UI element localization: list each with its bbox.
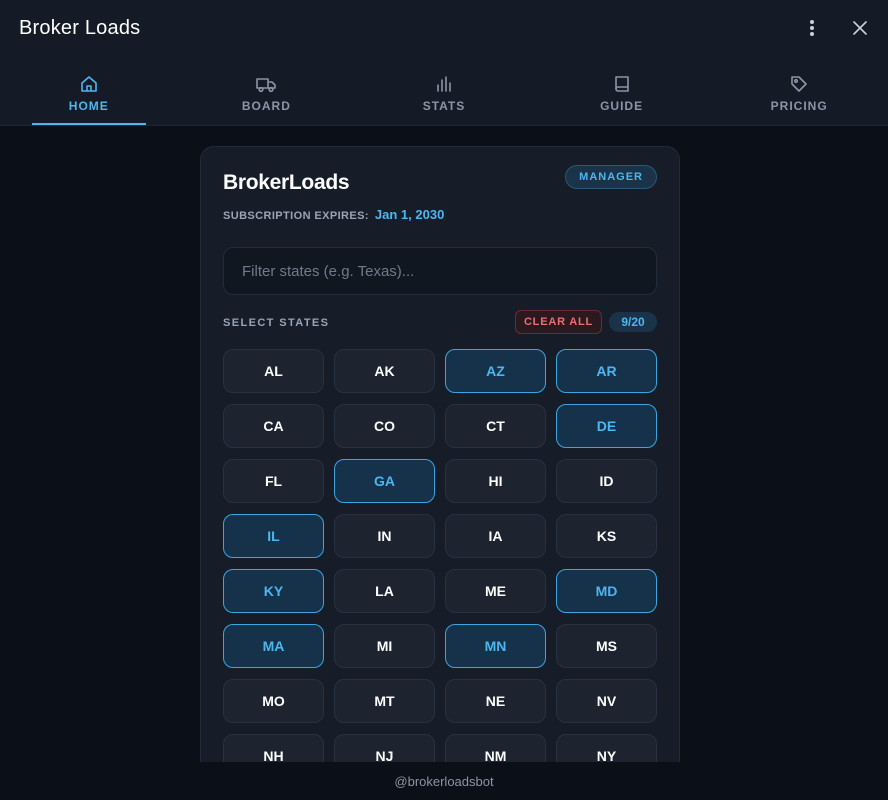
tab-home[interactable]: HOME xyxy=(0,56,178,125)
close-icon[interactable] xyxy=(846,14,874,42)
state-button-nv[interactable]: NV xyxy=(556,679,657,723)
state-filter-input[interactable] xyxy=(223,247,657,295)
state-button-ma[interactable]: MA xyxy=(223,624,324,668)
tab-stats[interactable]: STATS xyxy=(355,56,533,125)
state-button-ia[interactable]: IA xyxy=(445,514,546,558)
state-button-hi[interactable]: HI xyxy=(445,459,546,503)
state-button-mi[interactable]: MI xyxy=(334,624,435,668)
state-button-ky[interactable]: KY xyxy=(223,569,324,613)
state-button-al[interactable]: AL xyxy=(223,349,324,393)
state-button-ms[interactable]: MS xyxy=(556,624,657,668)
state-button-me[interactable]: ME xyxy=(445,569,546,613)
state-button-mt[interactable]: MT xyxy=(334,679,435,723)
state-button-ks[interactable]: KS xyxy=(556,514,657,558)
state-button-mn[interactable]: MN xyxy=(445,624,546,668)
state-button-de[interactable]: DE xyxy=(556,404,657,448)
state-button-md[interactable]: MD xyxy=(556,569,657,613)
state-button-fl[interactable]: FL xyxy=(223,459,324,503)
home-icon xyxy=(79,73,99,95)
title-bar: Broker Loads xyxy=(0,0,888,56)
tag-icon xyxy=(789,73,809,95)
bot-handle: @brokerloadsbot xyxy=(394,773,494,789)
tab-label: BOARD xyxy=(241,98,291,113)
tab-label: PRICING xyxy=(770,98,828,113)
tab-bar: HOME BOARD STATS GUIDE PRICING xyxy=(0,56,888,126)
more-vertical-icon[interactable] xyxy=(798,14,826,42)
book-icon xyxy=(612,73,632,95)
tab-label: GUIDE xyxy=(600,98,644,113)
tab-board[interactable]: BOARD xyxy=(178,56,356,125)
truck-icon xyxy=(255,73,277,95)
state-button-ak[interactable]: AK xyxy=(334,349,435,393)
window-actions xyxy=(798,14,874,42)
brand-name: BrokerLoads xyxy=(223,171,350,194)
role-badge: MANAGER xyxy=(565,165,657,189)
state-button-ca[interactable]: CA xyxy=(223,404,324,448)
state-button-ga[interactable]: GA xyxy=(334,459,435,503)
account-card: BrokerLoads MANAGER SUBSCRIPTION EXPIRES… xyxy=(200,146,680,786)
bar-chart-icon xyxy=(434,73,454,95)
tab-guide[interactable]: GUIDE xyxy=(533,56,711,125)
state-button-ct[interactable]: CT xyxy=(445,404,546,448)
tab-label: HOME xyxy=(68,98,109,113)
select-states-label: SELECT STATES xyxy=(223,317,330,329)
state-button-ar[interactable]: AR xyxy=(556,349,657,393)
selected-count-badge: 9/20 xyxy=(609,312,657,332)
subscription-label: SUBSCRIPTION EXPIRES: xyxy=(223,210,369,222)
state-button-co[interactable]: CO xyxy=(334,404,435,448)
tab-label: STATS xyxy=(422,98,466,113)
clear-all-button[interactable]: CLEAR ALL xyxy=(515,310,602,334)
state-button-ne[interactable]: NE xyxy=(445,679,546,723)
state-grid: AL AK AZ AR CA CO CT DE FL GA HI ID IL IN IA KS KY LA ME MD… xyxy=(223,349,657,778)
state-button-az[interactable]: AZ xyxy=(445,349,546,393)
subscription-date: Jan 1, 2030 xyxy=(374,207,445,222)
state-button-mo[interactable]: MO xyxy=(223,679,324,723)
state-button-il[interactable]: IL xyxy=(223,514,324,558)
state-button-id[interactable]: ID xyxy=(556,459,657,503)
tab-pricing[interactable]: PRICING xyxy=(710,56,888,125)
state-button-in[interactable]: IN xyxy=(334,514,435,558)
state-button-la[interactable]: LA xyxy=(334,569,435,613)
subscription-row: SUBSCRIPTION EXPIRES: Jan 1, 2030 xyxy=(223,207,444,222)
footer: @brokerloadsbot xyxy=(0,762,888,800)
window-title: Broker Loads xyxy=(19,16,141,39)
